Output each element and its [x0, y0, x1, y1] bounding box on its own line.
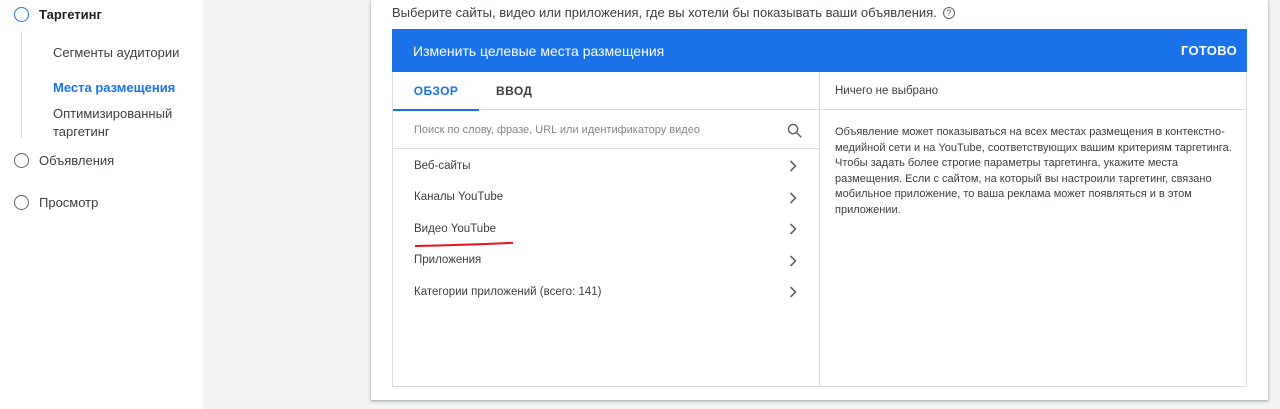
step-label: Объявления — [39, 153, 115, 168]
search-input[interactable] — [414, 119, 774, 141]
done-button[interactable]: ГОТОВО — [1181, 43, 1237, 58]
step-circle-icon — [14, 195, 29, 210]
editor-header: Изменить целевые места размещения ГОТОВО — [392, 29, 1247, 72]
chevron-right-icon — [789, 223, 797, 235]
list-item-label: Приложения — [414, 254, 482, 267]
list-item-app-categories[interactable]: Категории приложений (всего: 141) — [393, 276, 819, 308]
step-review[interactable]: Просмотр — [14, 195, 98, 210]
step-circle-icon — [14, 153, 29, 168]
substeps-line — [21, 31, 22, 138]
list-item-label: Веб-сайты — [414, 159, 471, 172]
intro-label: Выберите сайты, видео или приложения, гд… — [392, 5, 937, 20]
chevron-right-icon — [789, 191, 797, 204]
step-label: Просмотр — [39, 195, 99, 210]
list-item-label: Каналы YouTube — [414, 191, 504, 204]
substep-audience-segments[interactable]: Сегменты аудитории — [53, 44, 179, 62]
list-item-youtube-videos[interactable]: Видео YouTube — [393, 213, 819, 245]
chevron-right-icon — [789, 286, 797, 298]
chevron-right-icon — [789, 160, 797, 172]
highlight-underline — [415, 242, 513, 247]
list-item-label: Видео YouTube — [414, 222, 496, 235]
chevron-right-icon — [789, 254, 797, 267]
help-icon[interactable]: ? — [942, 6, 955, 19]
list-item-apps[interactable]: Приложения — [393, 245, 819, 277]
category-list: Веб-сайты Каналы YouTube Видео YouTube П… — [393, 150, 819, 308]
tab-bar: ОБЗОР ВВОД — [393, 72, 819, 111]
selection-pane: Ничего не выбрано Объявление может показ… — [821, 72, 1247, 387]
list-item-youtube-channels[interactable]: Каналы YouTube — [393, 182, 819, 214]
step-label: Таргетинг — [39, 7, 102, 22]
search-row — [393, 111, 819, 149]
substep-placements[interactable]: Места размещения — [53, 79, 175, 97]
placements-card: Выберите сайты, видео или приложения, гд… — [371, 0, 1268, 400]
editor-title: Изменить целевые места размещения — [413, 42, 665, 59]
step-circle-icon — [14, 7, 29, 22]
step-targeting[interactable]: Таргетинг — [14, 7, 102, 22]
search-icon[interactable] — [786, 122, 803, 139]
placements-editor: Изменить целевые места размещения ГОТОВО… — [392, 29, 1247, 387]
intro-text: Выберите сайты, видео или приложения, гд… — [392, 5, 955, 20]
tab-input[interactable]: ВВОД — [496, 72, 532, 110]
step-ads[interactable]: Объявления — [14, 153, 114, 168]
list-item-websites[interactable]: Веб-сайты — [393, 150, 819, 182]
sidebar: Таргетинг Сегменты аудитории Места разме… — [0, 0, 203, 409]
list-item-label: Категории приложений (всего: 141) — [414, 285, 602, 298]
substep-optimized-targeting[interactable]: Оптимизированный таргетинг — [53, 105, 193, 141]
tab-overview[interactable]: ОБЗОР — [393, 72, 479, 111]
browse-pane: ОБЗОР ВВОД Веб-сайты Каналы YouTube — [393, 72, 820, 387]
selection-description: Объявление может показываться на всех ме… — [835, 126, 1232, 216]
selection-header: Ничего не выбрано — [821, 72, 1247, 110]
